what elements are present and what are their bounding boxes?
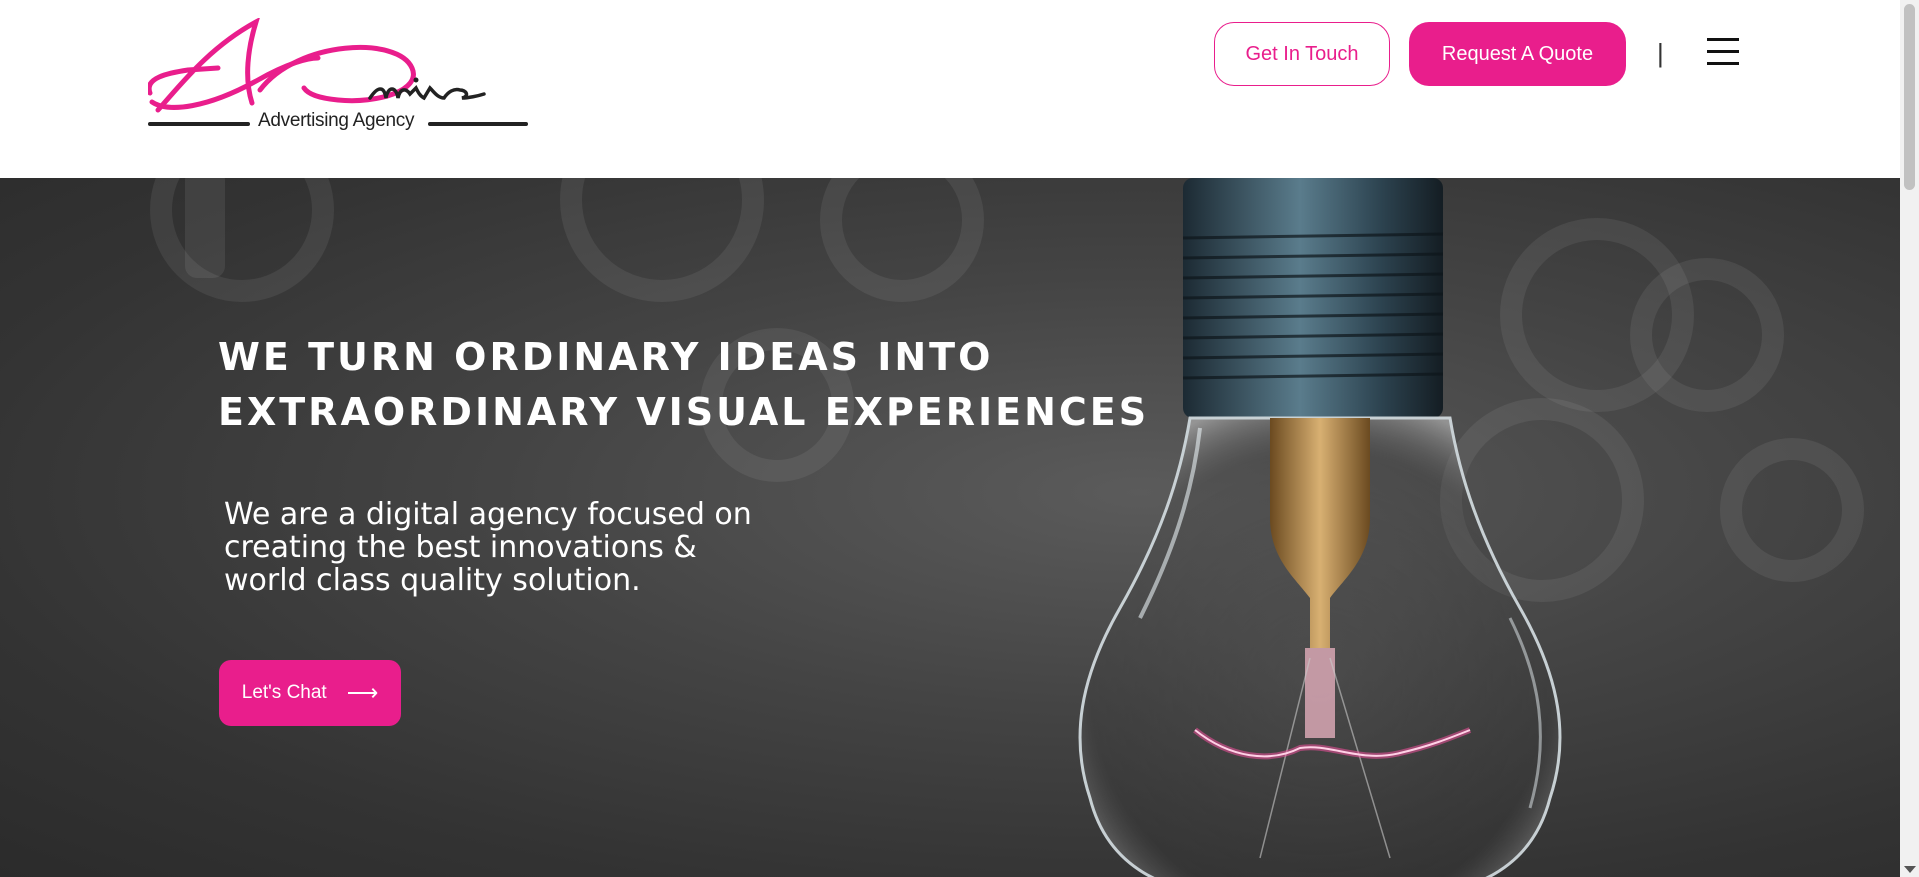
scrollbar-thumb[interactable] [1904,4,1915,190]
page-scrollbar[interactable] [1900,0,1919,877]
lets-chat-button[interactable]: Let's Chat ⟶ [219,660,401,726]
header-divider: | [1657,38,1664,68]
site-header: Advertising Agency Get In Touch Request … [0,0,1900,178]
hamburger-menu-icon[interactable] [1707,38,1739,66]
hero-headline-line-1: WE TURN ORDINARY IDEAS INTO [218,335,994,379]
logo-tagline: Advertising Agency [258,110,415,131]
lets-chat-label: Let's Chat [241,682,327,703]
hero-headline-line-2: EXTRAORDINARY VISUAL EXPERIENCES [218,390,1150,434]
request-quote-button[interactable]: Request A Quote [1409,22,1626,86]
arrow-right-icon: ⟶ [346,680,379,705]
hero-section: WE TURN ORDINARY IDEAS INTO EXTRAORDINAR… [0,178,1900,877]
hero-subtext: We are a digital agency focused on creat… [224,497,752,598]
light-bulb-image [1078,178,1562,877]
get-in-touch-button[interactable]: Get In Touch [1214,22,1390,86]
scroll-down-arrow-icon[interactable] [1904,866,1916,873]
hero-headline: WE TURN ORDINARY IDEAS INTO EXTRAORDINAR… [218,330,1149,440]
